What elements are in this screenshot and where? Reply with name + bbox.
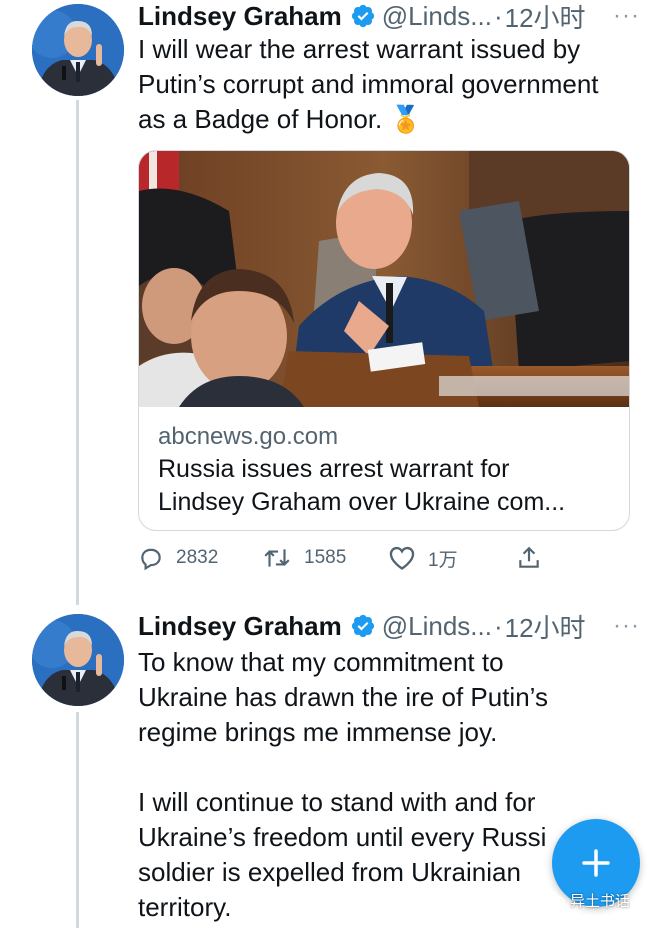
reply-count: 2832 (176, 547, 219, 568)
reply-button[interactable]: 2832 (138, 540, 218, 576)
compose-plus-icon (582, 849, 610, 877)
timestamp[interactable]: 12小时 (505, 0, 586, 35)
tweet-text-line: regime brings me immense joy. (138, 717, 498, 747)
watermark: 异土书话 (540, 888, 630, 912)
card-title-line: Russia issues arrest warrant for (158, 455, 510, 483)
tweet-text-line: as a Badge of Honor. 🏅 (138, 104, 422, 134)
separator-dot: · (493, 0, 503, 31)
card-domain: abcnews.go.com (158, 423, 339, 450)
tweet-text-line: I will continue to stand with and for (138, 787, 536, 817)
like-button[interactable]: 1万 (388, 540, 458, 576)
avatar[interactable] (32, 4, 124, 96)
verified-badge-icon (351, 614, 374, 638)
like-count: 1万 (428, 549, 458, 571)
author-name[interactable]: Lindsey Graham (138, 1, 342, 32)
retweet-count: 1585 (304, 547, 347, 568)
verified-badge-icon (351, 4, 374, 28)
share-icon (519, 546, 539, 568)
tweet-text-line: Putin’s corrupt and immoral government (138, 69, 599, 99)
card-title: Russia issues arrest warrant for Lindsey… (158, 453, 617, 519)
tweet-text-line: To know that my commitment to (138, 647, 504, 677)
separator-dot: · (493, 610, 503, 641)
thread-line-2 (76, 712, 79, 928)
more-icon[interactable]: ··· (613, 612, 640, 640)
tweet-text-line: Ukraine has drawn the ire of Putin’s (138, 682, 548, 712)
watermark-text: 异土书话 (570, 892, 631, 910)
timestamp[interactable]: 12小时 (505, 608, 586, 645)
thread-line-1 (76, 100, 79, 605)
author-handle[interactable]: @Linds... (382, 1, 492, 32)
tweet-text: I will wear the arrest warrant issued by… (138, 32, 636, 137)
avatar[interactable] (32, 614, 124, 706)
tweet-text-line: I will wear the arrest warrant issued by (138, 34, 581, 64)
more-icon[interactable]: ··· (613, 2, 640, 30)
reply-icon (141, 548, 161, 571)
retweet-button[interactable]: 1585 (262, 540, 346, 576)
share-button[interactable] (516, 540, 554, 576)
author-handle[interactable]: @Linds... (382, 611, 492, 642)
author-name[interactable]: Lindsey Graham (138, 611, 342, 642)
tweet-header: Lindsey Graham @Linds... · 12小时 ··· (138, 0, 640, 34)
retweet-icon (264, 549, 290, 567)
tweet-header: Lindsey Graham @Linds... · 12小时 ··· (138, 608, 640, 644)
article-photo (139, 151, 629, 407)
card-title-line: Lindsey Graham over Ukraine com... (158, 488, 566, 516)
wechat-icon (540, 891, 565, 909)
like-icon (389, 546, 415, 570)
link-preview-card[interactable]: abcnews.go.com Russia issues arrest warr… (138, 150, 630, 531)
tweet-actions: 2832 1585 1万 (138, 540, 558, 576)
